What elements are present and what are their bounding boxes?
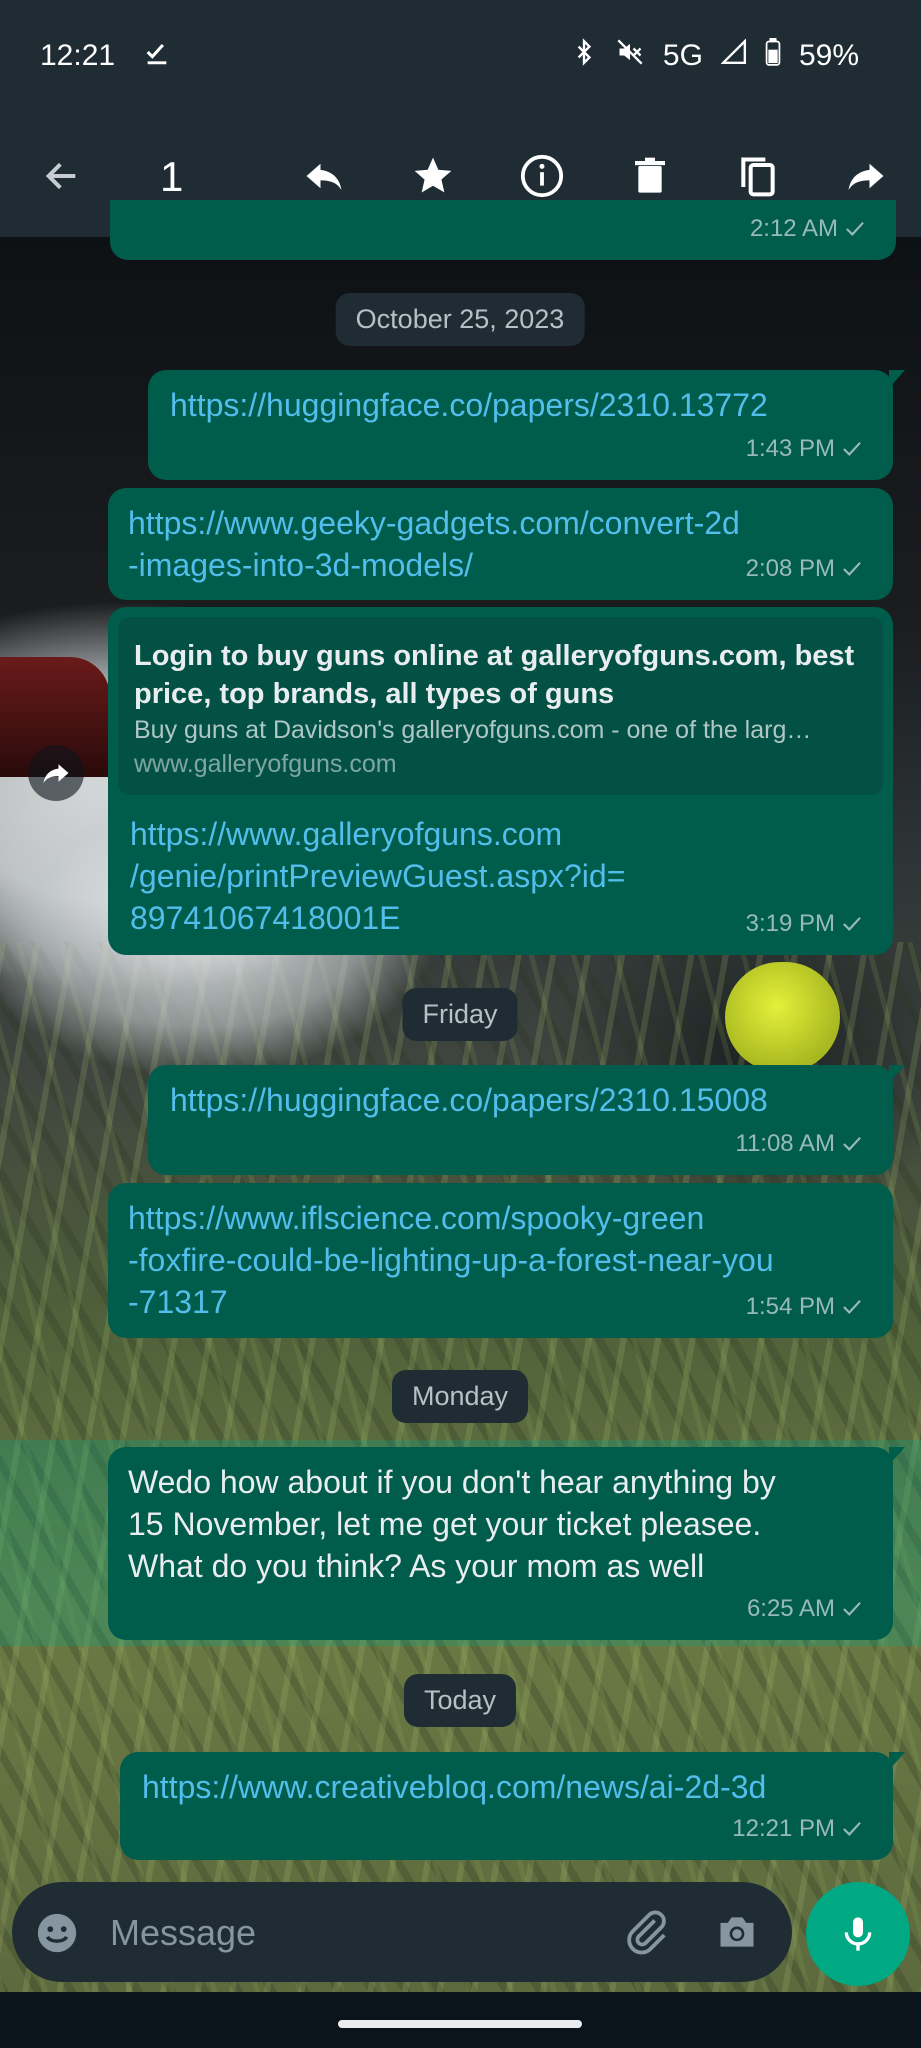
voice-message-button[interactable] [806, 1882, 910, 1986]
mute-icon [615, 38, 645, 74]
status-time: 12:21 [40, 39, 116, 72]
message-bubble[interactable]: https://www.iflscience.com/spooky-green … [108, 1183, 893, 1338]
message-link[interactable]: https://www.creativebloq.com/news/ai-2d-… [142, 1766, 865, 1808]
message-text: Wedo how about if you don't hear anythin… [128, 1464, 776, 1584]
check-icon [846, 221, 864, 236]
check-icon [843, 561, 861, 576]
info-button[interactable] [512, 146, 572, 206]
check-icon [843, 1601, 861, 1616]
message-composer [12, 1882, 792, 1982]
message-bubble[interactable]: https://www.geeky-gadgets.com/convert-2d… [108, 488, 893, 600]
message-link[interactable]: https://huggingface.co/papers/2310.13772 [170, 384, 865, 426]
date-separator: Friday [402, 988, 518, 1041]
check-icon [843, 1299, 861, 1314]
delete-button[interactable] [620, 146, 680, 206]
star-icon [414, 157, 452, 193]
emoji-icon [37, 1913, 77, 1953]
message-time: 1:43 PM [745, 435, 835, 462]
message-bubble[interactable]: https://www.creativebloq.com/news/ai-2d-… [120, 1752, 905, 1860]
status-bar: 12:21 5G 59% [0, 0, 921, 115]
forward-button[interactable] [836, 146, 896, 206]
link-preview-description: Buy guns at Davidson's galleryofguns.com… [134, 716, 812, 744]
message-link[interactable]: https://www.galleryofguns.com /genie/pri… [130, 813, 625, 939]
paperclip-icon [627, 1910, 666, 1955]
home-handle[interactable] [338, 2020, 582, 2028]
info-icon [520, 154, 564, 198]
network-type: 5G [662, 39, 703, 72]
selected-count: 1 [160, 153, 184, 200]
message-bubble-link-preview[interactable]: Login to buy guns online at galleryofgun… [108, 607, 893, 955]
message-input[interactable] [108, 1906, 612, 1960]
check-icon [843, 1136, 861, 1151]
gesture-nav-bar [0, 1992, 921, 2048]
signal-icon [720, 38, 747, 73]
link-preview-title: Login to buy guns online at galleryofgun… [134, 640, 855, 710]
message-bubble[interactable]: https://huggingface.co/papers/2310.13772… [148, 370, 905, 480]
camera-button[interactable] [714, 1910, 760, 1959]
date-separator: Today [403, 1674, 517, 1727]
check-icon [843, 1821, 861, 1836]
forward-icon [848, 163, 884, 190]
back-button[interactable] [32, 146, 92, 206]
message-time: 12:21 PM [732, 1815, 835, 1842]
camera-icon [720, 1917, 754, 1947]
star-button[interactable] [403, 146, 463, 206]
message-time: 1:54 PM [745, 1293, 835, 1320]
link-preview-card[interactable]: Login to buy guns online at galleryofgun… [118, 617, 883, 795]
quick-forward-button[interactable] [28, 745, 84, 801]
trash-icon [635, 157, 665, 193]
copy-button[interactable] [728, 146, 788, 206]
message-bubble[interactable]: https://huggingface.co/papers/2310.15008… [148, 1065, 905, 1175]
link-preview-domain: www.galleryofguns.com [134, 750, 397, 778]
copy-icon [741, 157, 775, 197]
message-time: 11:08 AM [735, 1130, 835, 1157]
battery-percent: 59% [798, 39, 859, 72]
reply-button[interactable] [294, 146, 354, 206]
attach-button[interactable] [624, 1908, 670, 1961]
message-bubble-selected[interactable]: Wedo how about if you don't hear anythin… [108, 1447, 905, 1640]
message-time: 2:08 PM [745, 555, 835, 582]
arrow-left-icon [45, 162, 76, 190]
reply-icon [306, 163, 342, 190]
bluetooth-icon [571, 38, 597, 74]
message-bubble-partial[interactable]: 2:12 AM [110, 200, 896, 260]
check-icon [843, 916, 861, 931]
date-separator: Monday [391, 1370, 529, 1423]
check-icon [843, 441, 861, 456]
message-time: 3:19 PM [745, 910, 835, 937]
date-separator: October 25, 2023 [335, 293, 585, 346]
message-time: 2:12 AM [749, 215, 838, 242]
microphone-icon [844, 1917, 872, 1951]
forward-icon [43, 764, 69, 783]
emoji-button[interactable] [34, 1910, 80, 1961]
battery-icon [765, 38, 781, 74]
message-link[interactable]: https://huggingface.co/papers/2310.15008 [170, 1079, 865, 1121]
message-time: 6:25 AM [746, 1595, 835, 1622]
download-done-icon [143, 38, 171, 74]
